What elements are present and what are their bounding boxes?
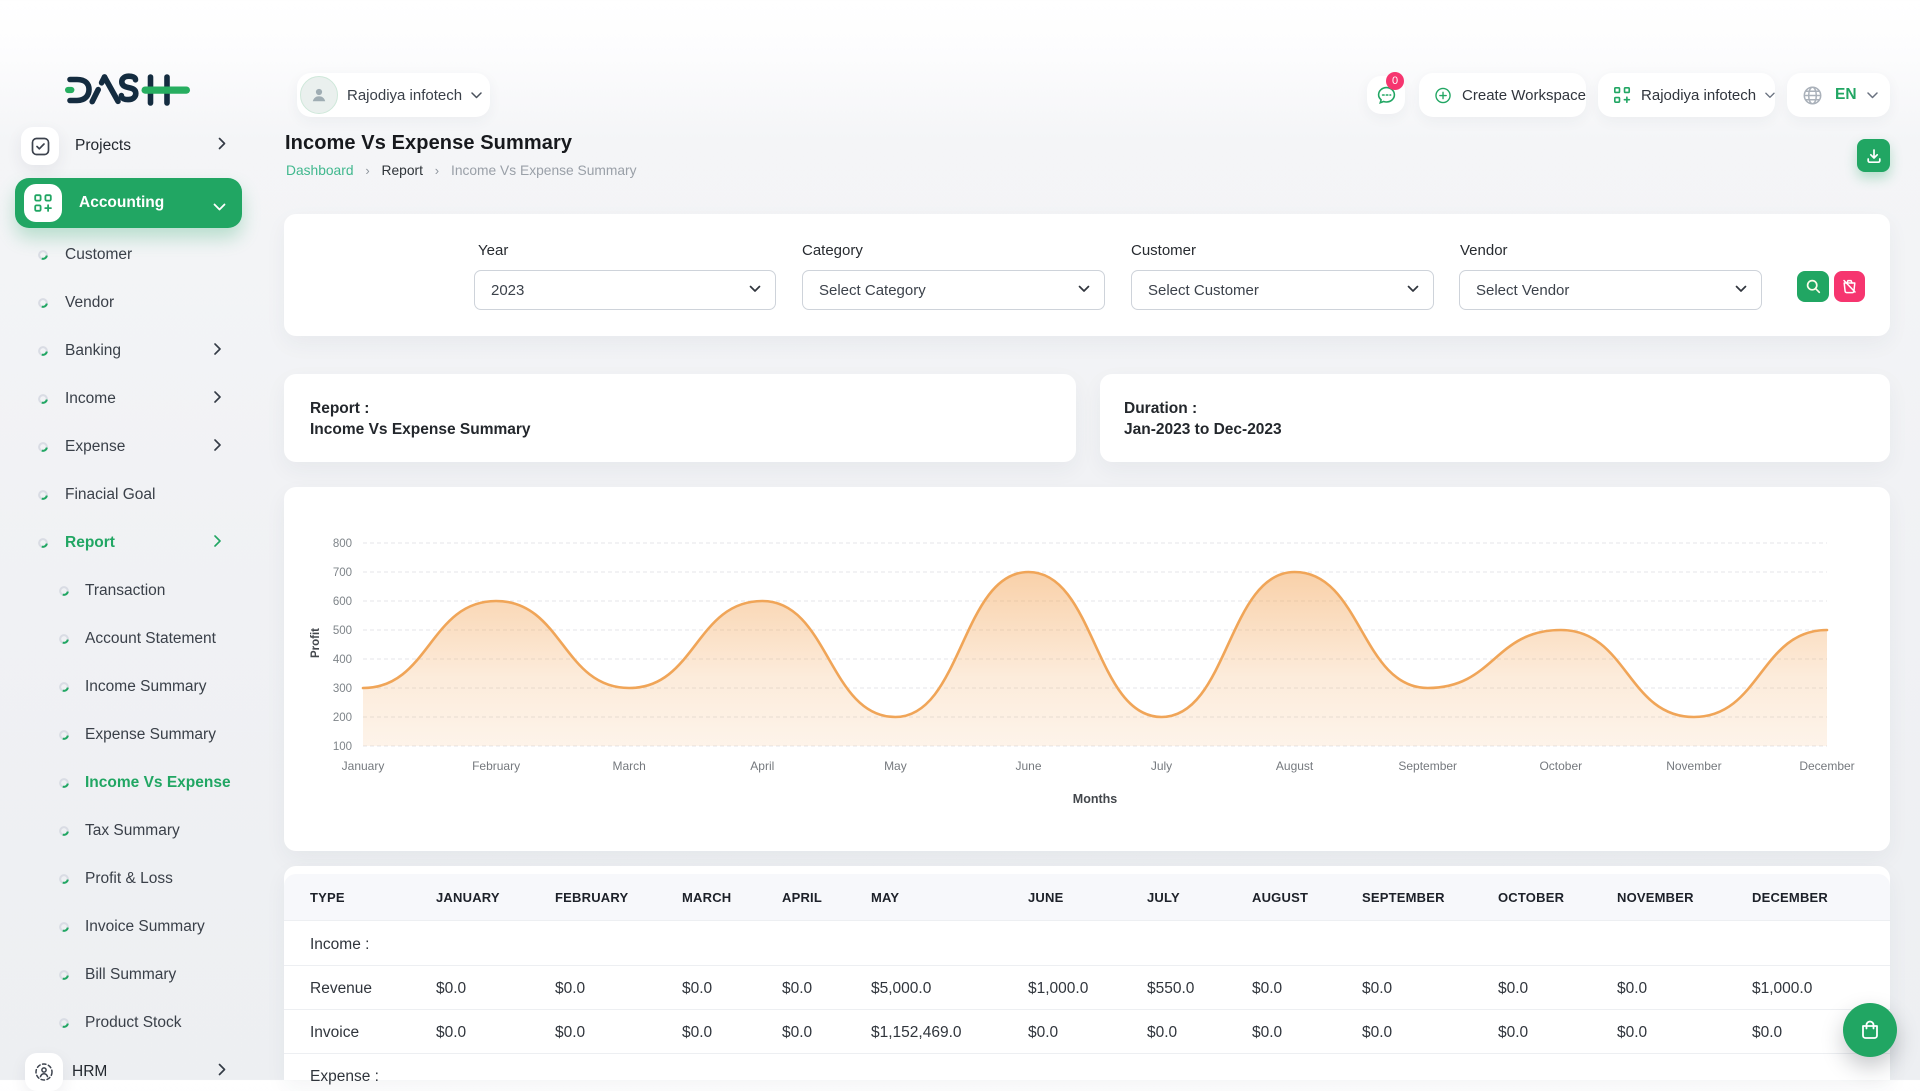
svg-text:June: June [1015,759,1041,773]
svg-text:October: October [1539,759,1582,773]
svg-text:100: 100 [333,741,352,753]
svg-text:Months: Months [1073,792,1117,806]
svg-text:500: 500 [333,625,352,637]
svg-text:November: November [1666,759,1721,773]
svg-text:April: April [750,759,774,773]
svg-text:February: February [472,759,520,773]
svg-text:400: 400 [333,654,352,666]
svg-text:December: December [1799,759,1854,773]
svg-text:Profit: Profit [310,628,322,658]
svg-text:200: 200 [333,712,352,724]
svg-text:300: 300 [333,683,352,695]
svg-text:July: July [1151,759,1172,773]
svg-text:January: January [342,759,385,773]
svg-text:800: 800 [333,538,352,550]
svg-text:600: 600 [333,596,352,608]
svg-text:700: 700 [333,567,352,579]
svg-text:September: September [1398,759,1457,773]
svg-text:March: March [613,759,646,773]
svg-text:August: August [1276,759,1314,773]
svg-text:May: May [884,759,907,773]
